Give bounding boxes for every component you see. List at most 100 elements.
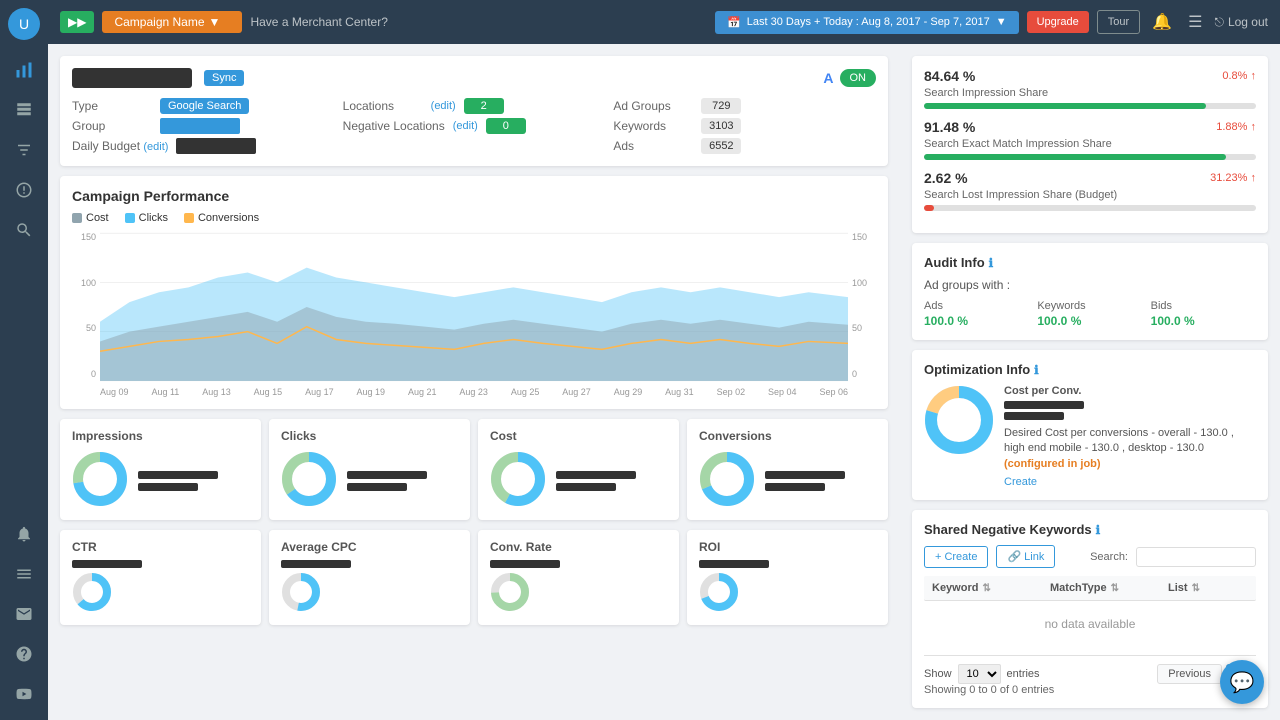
impressions-bar2 (138, 483, 198, 491)
keyword-sort-icon[interactable]: ⇅ (982, 583, 990, 594)
detail-row-middle: Locations (edit) 2 Negative Locations (e… (343, 98, 606, 154)
optim-info-icon[interactable]: ℹ (1034, 363, 1039, 377)
clicks-bar1 (347, 471, 427, 479)
ctr-title: CTR (72, 540, 249, 554)
keywords-toolbar: + Create 🔗 Link Search: (924, 545, 1256, 568)
lost-impression-label: Search Lost Impression Share (Budget) (924, 189, 1256, 201)
budget-label: Daily Budget (edit) (72, 139, 168, 153)
search-label: Search: (1090, 551, 1128, 563)
toggle-switch[interactable]: ON (840, 69, 877, 87)
y-axis-right: 150 100 50 0 (852, 232, 876, 397)
legend-conversions: Conversions (184, 212, 259, 224)
locations-count: 2 (464, 98, 504, 114)
sidebar-icon-chart[interactable] (6, 52, 42, 88)
optim-title: Optimization Info ℹ (924, 362, 1256, 377)
exact-match-label: Search Exact Match Impression Share (924, 138, 1256, 150)
sidebar-icon-mail[interactable] (6, 596, 42, 632)
roi-card: ROI (687, 530, 888, 625)
matchtype-col-header: MatchType ⇅ (1050, 582, 1168, 594)
keywords-info-icon[interactable]: ℹ (1096, 523, 1101, 537)
ad-groups-count: 729 (701, 98, 741, 114)
campaign-title-input[interactable] (72, 68, 192, 88)
lost-impression-item: 2.62 % 31.23% ↑ Search Lost Impression S… (924, 170, 1256, 211)
merchant-link[interactable]: Have a Merchant Center? (250, 15, 707, 29)
matchtype-sort-icon[interactable]: ⇅ (1111, 583, 1119, 594)
detail-row-right: Ad Groups 729 Keywords 3103 Ads 6552 (613, 98, 876, 154)
calendar-icon: 📅 (727, 16, 741, 29)
list-sort-icon[interactable]: ⇅ (1192, 583, 1200, 594)
ctr-content (72, 572, 249, 612)
bottom-metrics: CTR Average CPC (60, 530, 888, 625)
audit-stat-ads: Ads 100.0 % (924, 300, 1029, 328)
avg-cpc-content (281, 572, 458, 615)
audit-stat-keywords: Keywords 100.0 % (1037, 300, 1142, 328)
sidebar-icon-youtube[interactable] (6, 676, 42, 712)
chart-legend: Cost Clicks Conversions (72, 212, 876, 224)
logout-button[interactable]: ⎋ Log out (1214, 15, 1268, 30)
keywords-title: Shared Negative Keywords ℹ (924, 522, 1256, 537)
date-label: Last 30 Days + Today : Aug 8, 2017 - Sep… (747, 16, 990, 28)
search-impression-header: 84.64 % 0.8% ↑ (924, 68, 1256, 84)
locations-edit[interactable]: (edit) (431, 100, 456, 112)
lost-impression-fill (924, 205, 934, 211)
budget-edit-link[interactable]: (edit) (143, 141, 168, 153)
link-button[interactable]: 🔗 Link (996, 545, 1055, 568)
show-entries: Show 10 25 50 entries (924, 664, 1040, 684)
audit-info-icon[interactable]: ℹ (989, 256, 994, 270)
conv-rate-mini-pie (490, 572, 530, 612)
ad-groups-label: Ad Groups (613, 99, 693, 113)
neg-locations-label: Negative Locations (343, 119, 445, 133)
lost-impression-header: 2.62 % 31.23% ↑ (924, 170, 1256, 186)
neg-locations-edit[interactable]: (edit) (453, 120, 478, 132)
keywords-search-input[interactable] (1136, 547, 1256, 567)
campaign-header: Sync A ON (72, 68, 876, 88)
chart-wrapper: 150 100 50 0 (72, 232, 876, 397)
right-panel: 84.64 % 0.8% ↑ Search Impression Share 9… (900, 44, 1280, 720)
campaign-dropdown[interactable]: Campaign Name ▼ (102, 11, 242, 33)
entries-select[interactable]: 10 25 50 (958, 664, 1001, 684)
exact-match-bar (924, 154, 1256, 160)
sidebar-icon-bell[interactable] (6, 516, 42, 552)
sync-button[interactable]: Sync (204, 70, 244, 86)
sidebar-icon-filter[interactable] (6, 132, 42, 168)
create-button[interactable]: + Create (924, 546, 988, 568)
impressions-bar1 (138, 471, 218, 479)
locations-label: Locations (343, 99, 423, 113)
tour-button[interactable]: Tour (1097, 10, 1140, 34)
legend-cost: Cost (72, 212, 109, 224)
roi-mini-pie (699, 572, 739, 612)
conversions-title: Conversions (699, 429, 876, 443)
sidebar: U (0, 0, 48, 720)
cost-pie (490, 451, 546, 510)
keywords-item: Keywords 3103 (613, 118, 876, 134)
avatar[interactable]: U (8, 8, 40, 40)
menu-icon[interactable]: ☰ (1184, 8, 1206, 36)
impressions-bars (138, 471, 249, 491)
type-label: Type (72, 99, 152, 113)
conv-rate-title: Conv. Rate (490, 540, 667, 554)
sidebar-icon-menu[interactable] (6, 556, 42, 592)
play-button[interactable]: ▶▶ (60, 11, 94, 33)
impressions-content (72, 451, 249, 510)
search-impression-fill (924, 103, 1206, 109)
search-impression-bar (924, 103, 1256, 109)
logout-icon: ⎋ (1214, 15, 1224, 30)
keywords-label: Keywords (613, 119, 693, 133)
create-link[interactable]: Create (1004, 476, 1256, 488)
conversions-bar2 (765, 483, 825, 491)
sidebar-icon-help[interactable] (6, 636, 42, 672)
sidebar-icon-table[interactable] (6, 92, 42, 128)
sidebar-icon-tools[interactable] (6, 172, 42, 208)
optim-bar2 (1004, 412, 1064, 420)
date-range-button[interactable]: 📅 Last 30 Days + Today : Aug 8, 2017 - S… (715, 11, 1018, 34)
content: Sync A ON Type Google Search Grou (48, 44, 1280, 720)
chat-button[interactable]: 💬 (1220, 660, 1264, 704)
notification-icon[interactable]: 🔔 (1148, 8, 1176, 36)
exact-match-change: 1.88% ↑ (1216, 121, 1256, 133)
upgrade-button[interactable]: Upgrade (1027, 11, 1089, 33)
conversions-bars (765, 471, 876, 491)
prev-button[interactable]: Previous (1157, 664, 1222, 684)
sidebar-icon-search[interactable] (6, 212, 42, 248)
optim-desired-text: Desired Cost per conversions - overall -… (1004, 426, 1256, 472)
list-col-header: List ⇅ (1168, 582, 1248, 594)
